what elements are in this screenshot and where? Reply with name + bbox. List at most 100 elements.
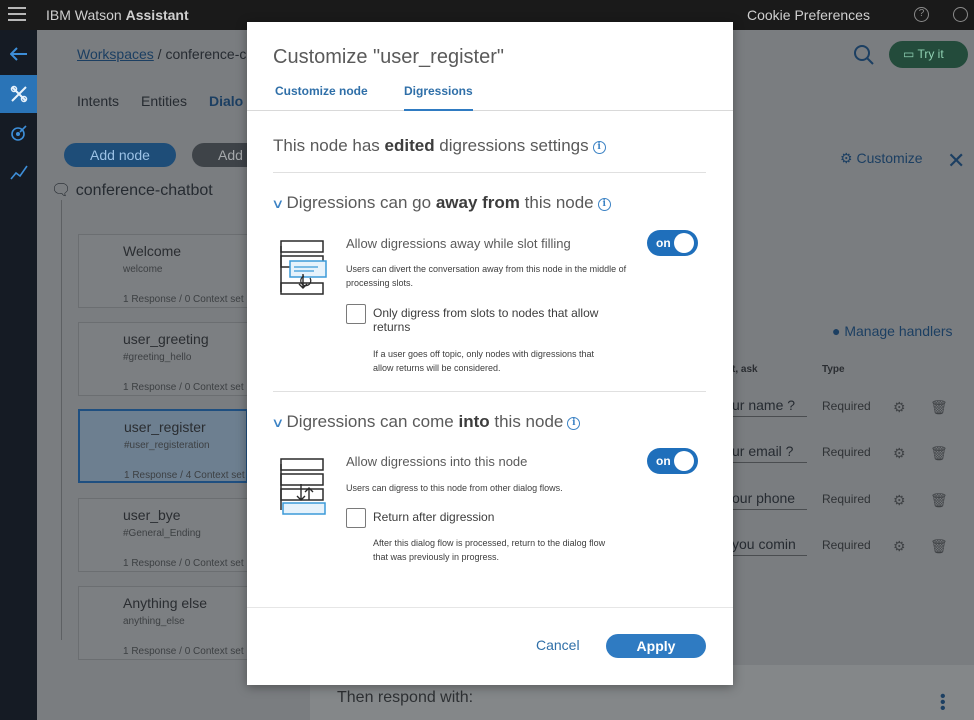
try-it-label: Try it	[917, 47, 944, 61]
slot-prompt-field[interactable]: our phone	[732, 490, 807, 510]
search-icon[interactable]	[853, 44, 875, 66]
status-suffix: digressions settings	[434, 136, 589, 155]
allow-into-label: Allow digressions into this node	[346, 454, 528, 469]
gear-icon[interactable]: ⚙	[893, 538, 906, 555]
into-title-bold: into	[458, 412, 490, 431]
toggle-knob	[674, 233, 694, 253]
slot-prompt-field[interactable]: ur name ?	[732, 397, 807, 417]
allow-away-toggle[interactable]: on	[647, 230, 698, 256]
customize-link[interactable]: ⚙ Customize	[840, 150, 923, 167]
status-prefix: This node has	[273, 136, 385, 155]
toggle-state-label: on	[656, 454, 671, 468]
tree-root-label: conference-chatbot	[75, 182, 213, 199]
digressions-status: This node has edited digressions setting…	[273, 136, 606, 156]
breadcrumb-workspaces-link[interactable]: Workspaces	[77, 46, 154, 62]
dialog-node[interactable]: user_greeting #greeting_hello 1 Response…	[78, 322, 248, 396]
hamburger-menu-icon[interactable]	[8, 7, 26, 22]
tab-intents[interactable]: Intents	[77, 93, 119, 109]
into-title-suffix: this node	[489, 412, 564, 431]
divider	[273, 391, 706, 392]
node-title: user_greeting	[123, 331, 209, 347]
tab-dialog[interactable]: Dialo	[209, 93, 243, 109]
digress-into-illustration-icon	[278, 457, 328, 517]
gear-icon[interactable]: ⚙	[893, 445, 906, 462]
tree-connector	[61, 200, 62, 640]
apply-button[interactable]: Apply	[606, 634, 706, 658]
node-condition: #General_Ending	[123, 528, 201, 539]
gear-icon: ⚙	[840, 150, 857, 166]
node-responses: 1 Response / 0 Context set	[123, 294, 244, 305]
dialog-node-selected[interactable]: user_register #user_registeration 1 Resp…	[78, 409, 248, 483]
away-title-prefix: Digressions can go	[286, 193, 436, 212]
info-icon[interactable]: i	[567, 417, 581, 430]
status-bold: edited	[384, 136, 435, 155]
slot-type: Required	[822, 538, 871, 552]
tab-customize-node[interactable]: Customize node	[275, 84, 368, 111]
chat-bubble-icon: ▭	[903, 47, 918, 61]
cookie-preferences-link[interactable]: Cookie Preferences	[747, 7, 870, 23]
slot-prompt-field[interactable]: ur email ?	[732, 443, 807, 463]
analytics-icon[interactable]	[0, 153, 37, 191]
node-condition: anything_else	[123, 616, 185, 627]
trash-icon[interactable]: 🗑	[930, 445, 948, 462]
dialog-node[interactable]: Anything else anything_else 1 Response /…	[78, 586, 248, 660]
user-avatar-icon[interactable]	[953, 7, 968, 22]
modal-tabs: Customize node Digressions	[247, 80, 733, 111]
column-header-ask: t, ask	[732, 364, 758, 375]
trash-icon[interactable]: 🗑	[930, 492, 948, 509]
node-responses: 1 Response / 0 Context set	[123, 646, 244, 657]
dialog-node[interactable]: Welcome welcome 1 Response / 0 Context s…	[78, 234, 248, 308]
respond-label: Then respond with:	[337, 689, 474, 706]
try-it-button[interactable]: ▭ Try it	[889, 41, 968, 68]
return-after-digression-checkbox[interactable]	[346, 508, 366, 528]
info-icon[interactable]: i	[597, 198, 611, 211]
slot-type: Required	[822, 445, 871, 459]
add-child-button[interactable]: Add	[192, 143, 248, 167]
info-icon[interactable]: i	[592, 141, 606, 154]
more-options-icon[interactable]: • • •	[940, 689, 946, 717]
left-nav	[0, 30, 37, 720]
node-condition: #user_registeration	[124, 440, 210, 451]
section-away-title[interactable]: ∨ Digressions can go away from this node i	[271, 193, 611, 213]
node-title: user_register	[124, 419, 206, 435]
footer-divider	[247, 607, 733, 608]
allow-into-description: Users can digress to this node from othe…	[346, 483, 563, 493]
modal-title: Customize "user_register"	[273, 46, 504, 68]
only-digress-returns-checkbox[interactable]	[346, 304, 366, 324]
allow-away-label: Allow digressions away while slot fillin…	[346, 236, 571, 251]
section-into-title[interactable]: ∨ Digressions can come into this node i	[271, 412, 581, 432]
help-circle-icon: ●	[832, 323, 845, 339]
back-arrow-icon[interactable]	[0, 35, 37, 73]
breadcrumb-current: / conference-ch	[153, 46, 255, 62]
allow-into-toggle[interactable]: on	[647, 448, 698, 474]
slot-type: Required	[822, 399, 871, 413]
gear-icon[interactable]: ⚙	[893, 399, 906, 416]
return-after-digression-description: After this dialog flow is processed, ret…	[373, 538, 606, 562]
add-node-button[interactable]: Add node	[64, 143, 176, 167]
customize-label: Customize	[856, 150, 923, 166]
node-condition: welcome	[123, 264, 163, 275]
app-brand: IBM Watson Assistant	[46, 7, 189, 23]
away-title-bold: away from	[435, 193, 520, 212]
brand-bold: Assistant	[125, 7, 189, 23]
tab-entities[interactable]: Entities	[141, 93, 187, 109]
slot-prompt-field[interactable]: you comin	[732, 536, 807, 556]
improve-target-icon[interactable]	[0, 114, 37, 152]
dialog-node[interactable]: user_bye #General_Ending 1 Response / 0 …	[78, 498, 248, 572]
node-responses: 1 Response / 4 Context set	[124, 470, 245, 481]
trash-icon[interactable]: 🗑	[930, 399, 948, 416]
trash-icon[interactable]: 🗑	[930, 538, 948, 555]
cancel-button[interactable]: Cancel	[536, 637, 580, 653]
close-icon[interactable]: ✕	[947, 148, 965, 174]
away-title-suffix: this node	[519, 193, 594, 212]
node-responses: 1 Response / 0 Context set	[123, 382, 244, 393]
manage-handlers-link[interactable]: ● Manage handlers	[832, 323, 953, 339]
node-title: user_bye	[123, 507, 181, 523]
toggle-state-label: on	[656, 236, 671, 250]
tab-digressions[interactable]: Digressions	[404, 84, 473, 111]
build-tools-icon[interactable]	[0, 75, 37, 113]
help-icon[interactable]: ?	[914, 7, 929, 22]
node-condition: #greeting_hello	[123, 352, 192, 363]
node-title: Welcome	[123, 243, 182, 259]
gear-icon[interactable]: ⚙	[893, 492, 906, 509]
